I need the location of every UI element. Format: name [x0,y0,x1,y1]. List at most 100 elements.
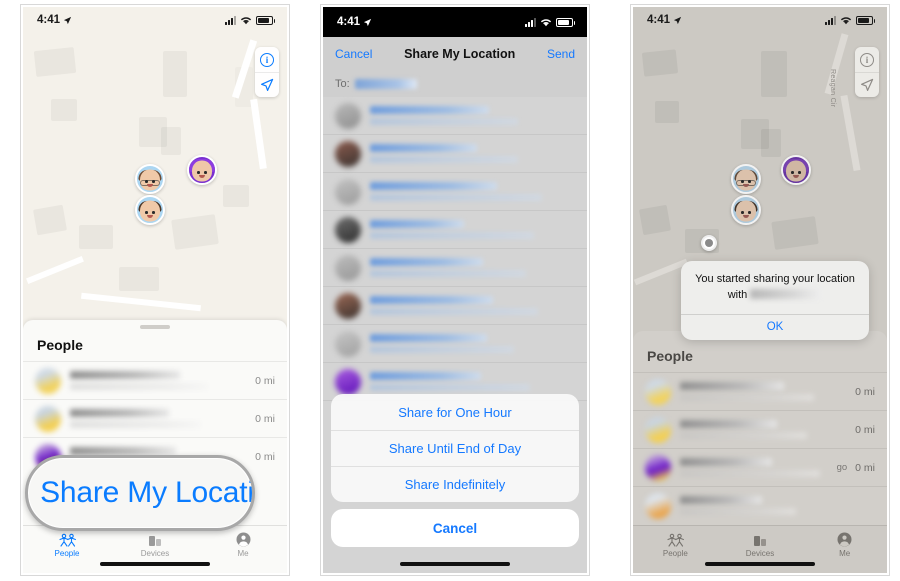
list-item[interactable] [323,135,587,173]
page-title: Share My Location [404,47,516,61]
cancel-button[interactable]: Cancel [335,47,372,61]
map-avatar-brown[interactable] [135,164,165,194]
avatar [35,367,61,394]
screen-2: 4:41 Cancel Share My Location Send To: S… [323,7,587,573]
to-field[interactable]: To: [323,71,587,97]
table-row[interactable]: 0 mi [23,399,287,437]
contact-name [370,258,575,277]
person-circle-icon [236,531,251,547]
sheet-title: People [647,348,693,364]
contact-name [370,334,575,353]
phone-panel-share-confirmed: Reagan Cir 4:41 i You started sharing yo… [630,4,890,576]
table-row[interactable]: 0 mi [23,361,287,399]
avatar [645,454,671,481]
map-avatar-brown[interactable] [731,164,761,194]
home-indicator [100,562,210,566]
devices-icon [752,531,768,547]
redacted-recipient-name [750,288,823,299]
distance-label: 0 mi [855,461,875,474]
wifi-icon [840,16,852,24]
battery-icon [556,17,575,27]
share-indefinitely-button[interactable]: Share Indefinitely [331,466,579,502]
tab-label: Devices [140,549,170,558]
tab-me[interactable]: Me [199,531,287,558]
tab-label: Me [839,549,851,558]
table-row[interactable]: 0 mi [633,372,887,410]
compose-nav-bar: Cancel Share My Location Send [323,37,587,71]
contact-name [370,182,575,201]
map-avatar-purple[interactable] [187,155,217,185]
phone-panel-find-my-people: 4:41 i People 0 mi 0 mi 0 mi People Devi… [20,4,290,576]
contact-name [70,371,247,390]
share-end-of-day-button[interactable]: Share Until End of Day [331,430,579,466]
avatar [335,216,361,243]
contact-name [370,220,575,239]
list-item[interactable] [323,287,587,325]
tab-people[interactable]: People [23,531,111,558]
share-location-sheet: Cancel Share My Location Send To: Share … [323,37,587,573]
avatar [35,405,61,432]
avatar [645,492,671,519]
recipient-chip[interactable] [354,79,417,89]
contact-name [680,420,847,439]
tab-label: Me [237,549,249,558]
callout-text: Share My Locati [40,476,254,509]
table-row[interactable] [633,486,887,524]
avatar [335,102,361,129]
phone-panel-share-compose: 4:41 Cancel Share My Location Send To: S… [320,4,590,576]
contact-name [680,382,847,401]
list-item[interactable] [323,97,587,135]
locate-arrow-icon[interactable] [855,72,879,97]
distance-label: 0 mi [255,412,275,425]
list-item[interactable] [323,325,587,363]
status-bar-3: 4:41 [633,7,887,33]
home-indicator [705,562,815,566]
avatar [335,254,361,281]
action-sheet-cancel-button[interactable]: Cancel [331,509,579,547]
list-item[interactable] [323,173,587,211]
sheet-title: People [37,337,83,353]
cellular-signal-icon [825,15,836,25]
tab-people[interactable]: People [633,531,718,558]
map-avatar-self[interactable] [731,195,761,225]
send-button[interactable]: Send [547,47,575,61]
status-time: 4:41 [647,14,671,26]
tab-label: Devices [745,549,775,558]
locate-arrow-icon[interactable] [255,72,279,97]
info-circle-icon[interactable]: i [855,47,879,72]
avatar [335,178,361,205]
contact-name [370,296,575,315]
cellular-signal-icon [225,15,236,25]
people-icon [667,531,684,547]
status-time: 4:41 [37,14,61,26]
list-item[interactable] [323,211,587,249]
avatar [335,140,361,167]
table-row[interactable]: 0 mi [633,410,887,448]
list-item[interactable] [323,249,587,287]
map-avatar-purple[interactable] [781,155,811,185]
distance-label: 0 mi [255,374,275,387]
map-avatar-self[interactable] [135,195,165,225]
avatar [645,416,671,443]
contact-name [370,372,575,391]
share-one-hour-button[interactable]: Share for One Hour [331,394,579,430]
contact-name [370,144,575,163]
table-row[interactable]: go 0 mi [633,448,887,486]
share-my-location-callout[interactable]: Share My Locati [25,455,255,531]
map-pin[interactable] [701,235,717,251]
info-circle-icon[interactable]: i [255,47,279,72]
tab-devices[interactable]: Devices [111,531,199,558]
location-arrow-icon [363,18,372,26]
wifi-icon [240,16,252,24]
location-arrow-icon [63,16,72,24]
screen-3: Reagan Cir 4:41 i You started sharing yo… [633,7,887,573]
avatar [335,292,361,319]
map-controls-1: i [255,47,279,97]
tab-devices[interactable]: Devices [718,531,803,558]
devices-icon [147,531,163,547]
tab-me[interactable]: Me [802,531,887,558]
alert-ok-button[interactable]: OK [681,313,869,340]
sharing-confirmation-alert: You started sharing your location with O… [681,261,869,340]
status-time: 4:41 [337,16,361,28]
row-note: go [836,462,848,473]
